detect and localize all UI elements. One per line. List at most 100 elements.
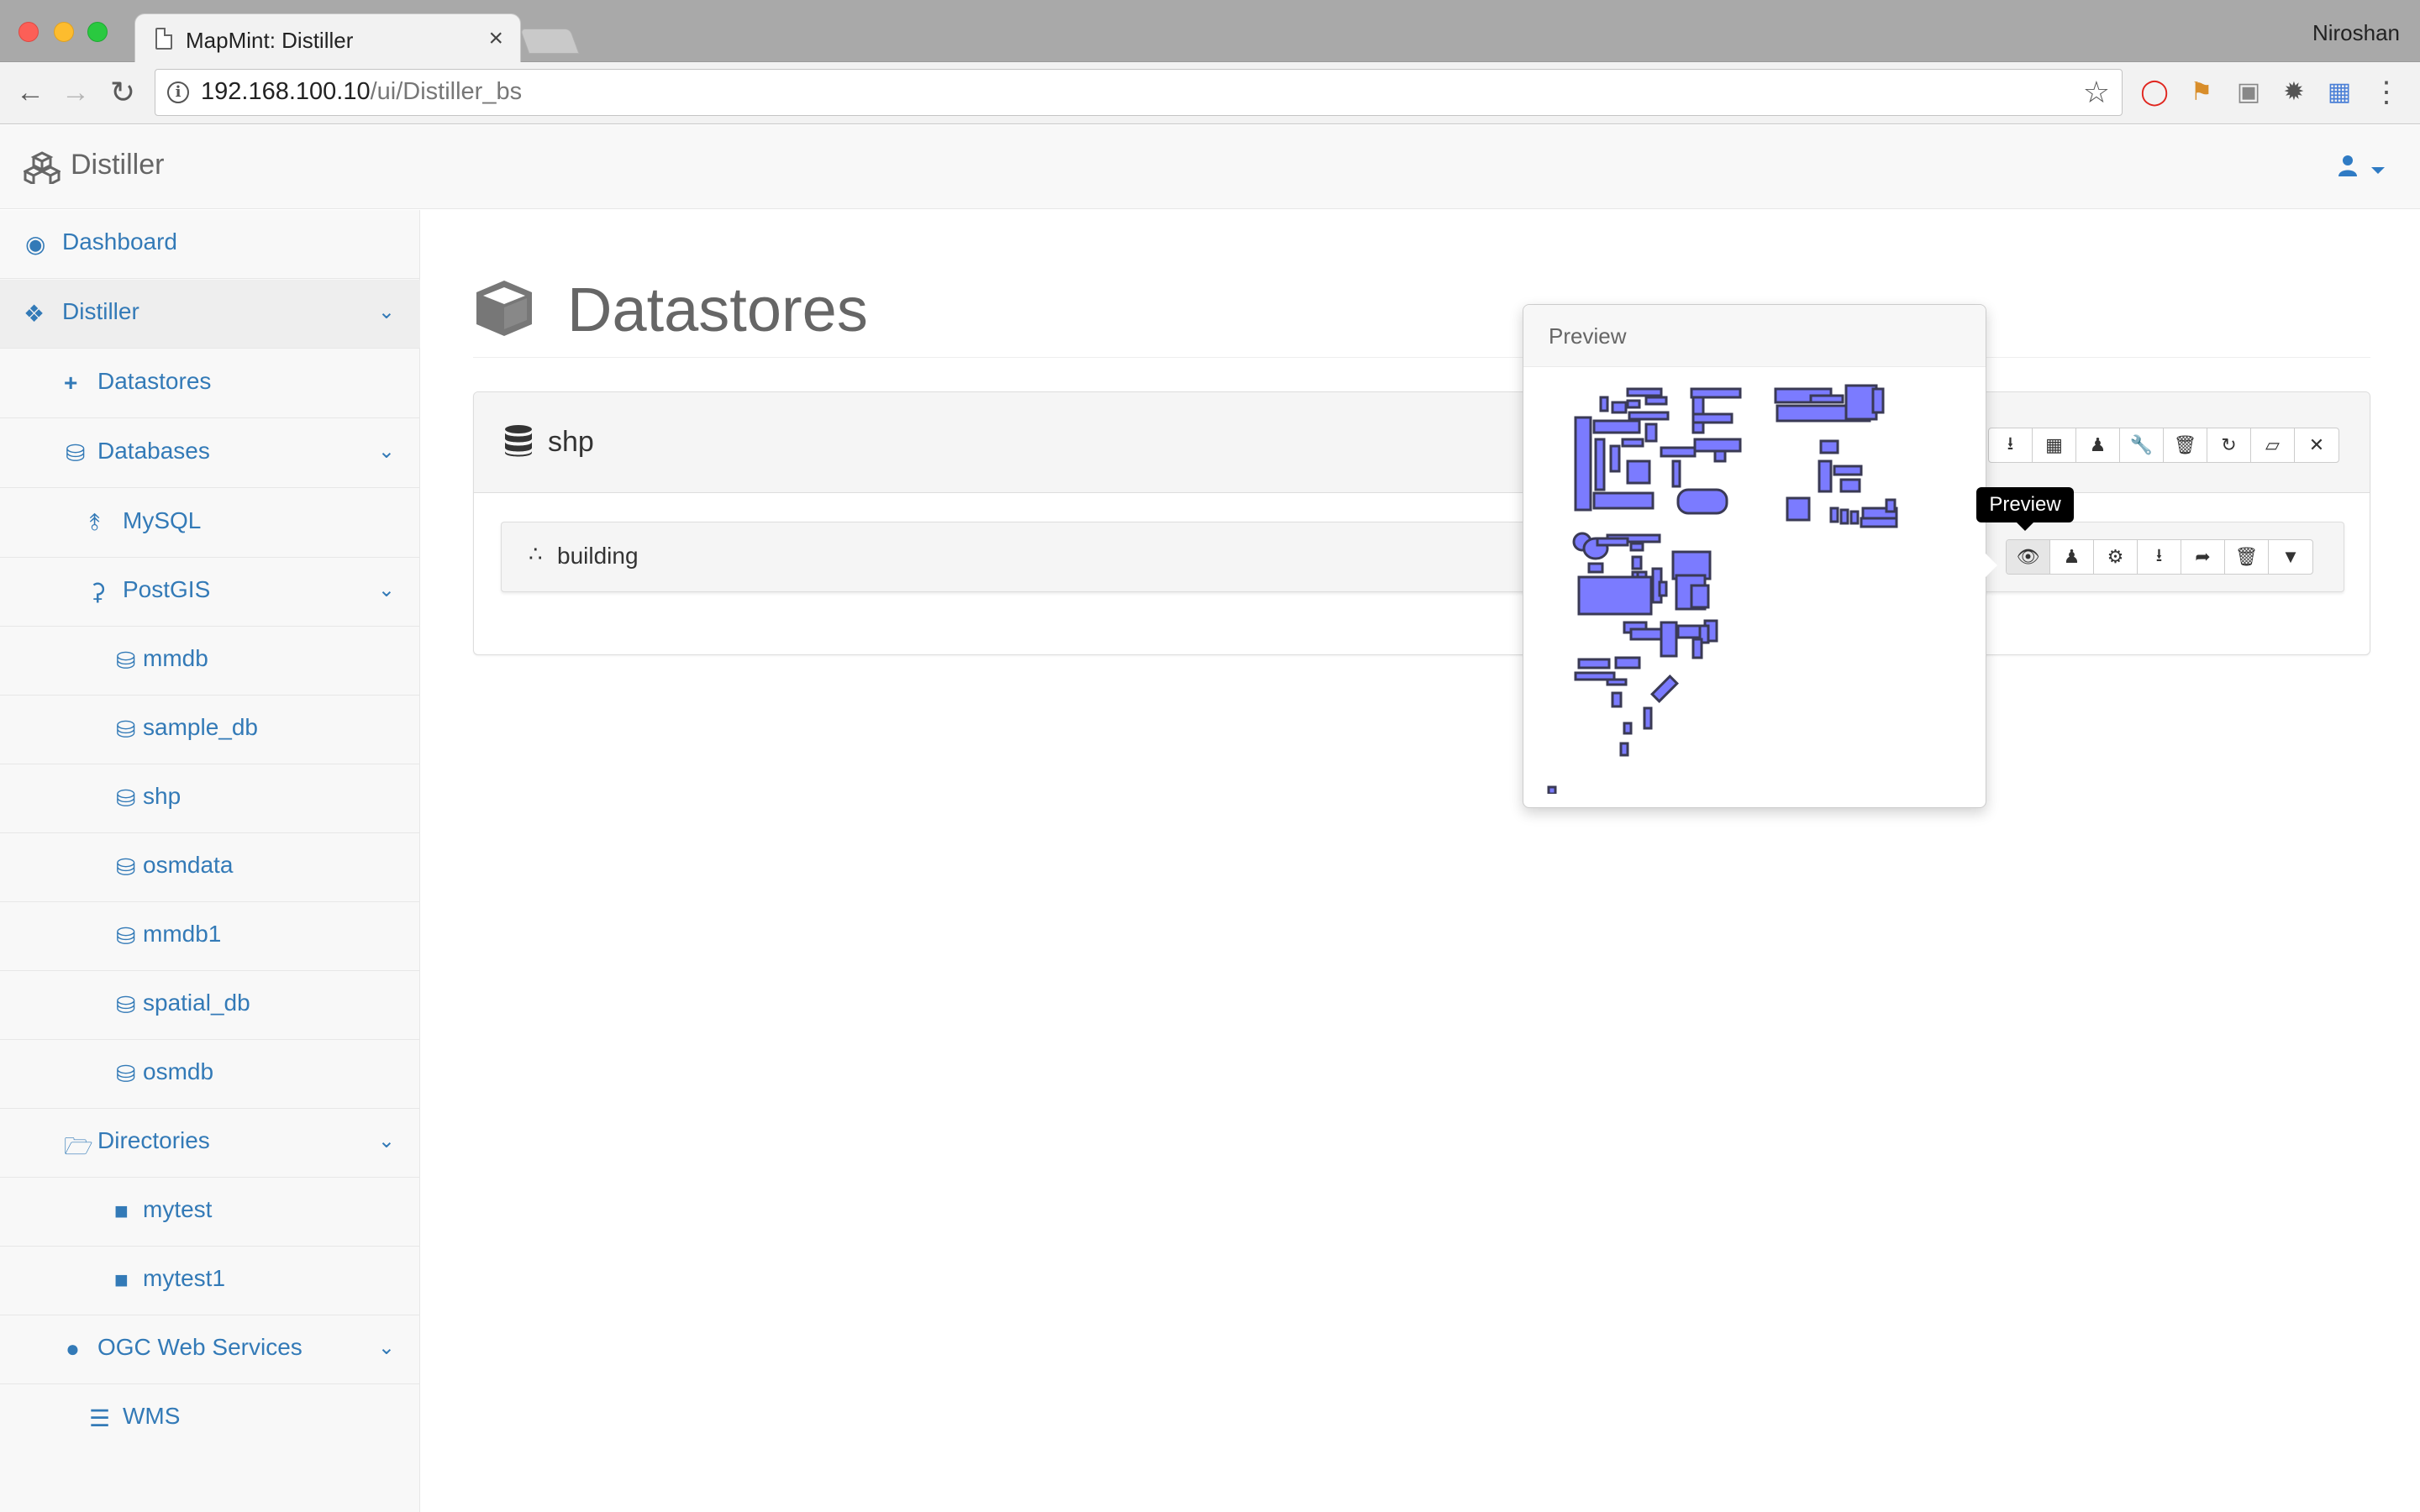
database-icon: ⛁ [116, 1061, 136, 1087]
url-text[interactable]: 192.168.100.10/ui/Distiller_bs [201, 78, 522, 106]
layer-toolbar: 👁 ♟ ⚙ ⭳ ➦ 🗑 ▼ [2006, 539, 2313, 575]
mysql-dolphin-icon: ⥉ [89, 509, 101, 535]
layer-row[interactable]: ∴ building 👁 ♟ ⚙ ⭳ ➦ 🗑 ▼ [501, 522, 2344, 592]
preview-tooltip: Preview [1976, 487, 2074, 531]
cubes-icon [22, 150, 62, 192]
database-icon: ⛁ [116, 717, 136, 743]
page-header: Datastores [473, 275, 2370, 358]
brand-title[interactable]: Distiller [71, 149, 164, 181]
sidebar-item-dashboard[interactable]: ◉ Dashboard [0, 210, 420, 279]
tab-title: MapMint: Distiller [186, 28, 354, 53]
user-menu-button[interactable] [2338, 152, 2386, 183]
profile-name[interactable]: Niroshan [2312, 20, 2400, 46]
chevron-down-icon[interactable]: ⌄ [378, 1336, 395, 1360]
sidebar-item-datastores[interactable]: + Datastores [0, 349, 420, 418]
tab-close-icon[interactable]: × [488, 24, 503, 53]
sidebar: ◉ Dashboard ❖ Distiller ⌄ + Datastores ⛁… [0, 210, 420, 1512]
chevron-down-icon[interactable]: ⌄ [378, 578, 395, 602]
sidebar-item-db[interactable]: ⛁ mmdb [0, 627, 420, 696]
main-content: Datastores shp ⭳ ▦ ♟ 🔧 🗑 ↻ ▱ ✕ ∴ buildin… [421, 210, 2420, 1512]
sidebar-label: mmdb1 [143, 921, 222, 947]
sidebar-item-db[interactable]: ⛁ sample_db [0, 696, 420, 764]
sidebar-item-db[interactable]: ⛁ spatial_db [0, 971, 420, 1040]
sidebar-item-wms[interactable]: ☰ WMS [0, 1384, 420, 1453]
database-icon [504, 424, 533, 462]
trash-icon[interactable]: 🗑 [2225, 540, 2269, 574]
bookmark-star-icon[interactable]: ☆ [2083, 75, 2110, 110]
database-icon: ⛁ [116, 854, 136, 880]
document-icon [155, 28, 172, 50]
sidebar-item-directories[interactable]: 🗁 Directories ⌄ [0, 1109, 420, 1178]
chevron-down-icon[interactable]: ⌄ [378, 439, 395, 464]
sidebar-item-db[interactable]: ⛁ osmdb [0, 1040, 420, 1109]
sidebar-item-db[interactable]: ⛁ osmdata [0, 833, 420, 902]
server-icon: ☰ [89, 1405, 111, 1431]
sidebar-item-db[interactable]: ⛁ mmdb1 [0, 902, 420, 971]
sidebar-item-ogc[interactable]: ● OGC Web Services ⌄ [0, 1315, 420, 1384]
users-icon[interactable]: ♟ [2076, 428, 2120, 462]
camera-icon[interactable]: ▣ [2232, 76, 2265, 109]
extension-icon[interactable]: ⚑ [2185, 76, 2218, 109]
info-icon[interactable]: i [167, 81, 189, 103]
app-header: Distiller [0, 125, 2420, 209]
chevron-down-icon[interactable]: ⌄ [378, 300, 395, 324]
cube-icon [473, 277, 535, 344]
download-icon[interactable]: ⭳ [2138, 540, 2181, 574]
bug-icon[interactable]: ✹ [2277, 76, 2311, 109]
export-icon[interactable]: ▱ [2251, 428, 2295, 462]
window-close-button[interactable] [18, 22, 39, 42]
sidebar-item-directory[interactable]: ■ mytest [0, 1178, 420, 1247]
sidebar-item-directory[interactable]: ■ mytest1 [0, 1247, 420, 1315]
sidebar-label: mmdb [143, 645, 208, 671]
forward-arrow-icon[interactable]: → [57, 74, 94, 111]
grid-icon[interactable]: ▦ [2033, 428, 2076, 462]
sidebar-label: mytest1 [143, 1265, 226, 1291]
sidebar-item-db[interactable]: ⛁ shp [0, 764, 420, 833]
sidebar-item-distiller[interactable]: ❖ Distiller ⌄ [0, 280, 420, 349]
close-icon[interactable]: ✕ [2295, 428, 2338, 462]
popover-arrow [1986, 554, 1997, 577]
address-bar[interactable]: i 192.168.100.10/ui/Distiller_bs ☆ [155, 69, 2123, 116]
gear-icon[interactable]: ⚙ [2094, 540, 2138, 574]
folder-open-icon: 🗁 [64, 1133, 93, 1159]
wrench-icon[interactable]: 🔧 [2120, 428, 2164, 462]
plus-icon: + [64, 370, 78, 396]
chevron-down-icon[interactable]: ⌄ [378, 1129, 395, 1153]
preview-popover: Preview [1523, 304, 1997, 808]
database-icon: ⛁ [116, 648, 136, 674]
back-arrow-icon[interactable]: ← [12, 74, 49, 111]
sidebar-label: shp [143, 783, 182, 809]
browser-titlebar: MapMint: Distiller × Niroshan [0, 0, 2420, 64]
trash-icon[interactable]: 🗑 [2164, 428, 2207, 462]
reload-icon[interactable]: ↻ [104, 74, 141, 111]
new-tab-button[interactable] [519, 29, 580, 54]
sidebar-label: MySQL [123, 507, 202, 533]
database-icon: ⛁ [66, 440, 86, 466]
sidebar-item-mysql[interactable]: ⥉ MySQL [0, 489, 420, 558]
browser-toolbar: ← → ↻ i 192.168.100.10/ui/Distiller_bs ☆… [0, 62, 2420, 124]
sidebar-label: OGC Web Services [97, 1334, 302, 1360]
popover-title: Preview [1549, 323, 1627, 349]
window-minimize-button[interactable] [54, 22, 74, 42]
dropdown-icon[interactable]: ▼ [2269, 540, 2312, 574]
upload-icon[interactable]: ⭳ [1989, 428, 2033, 462]
translate-icon[interactable]: ▦ [2323, 76, 2356, 109]
sidebar-label: WMS [123, 1403, 181, 1429]
eye-icon[interactable]: 👁 [2007, 540, 2050, 574]
share-icon[interactable]: ➦ [2181, 540, 2225, 574]
panel-title: shp [548, 426, 594, 458]
browser-tab[interactable]: MapMint: Distiller × [134, 13, 521, 64]
users-icon[interactable]: ♟ [2050, 540, 2094, 574]
sidebar-label: spatial_db [143, 990, 250, 1016]
window-maximize-button[interactable] [87, 22, 108, 42]
sidebar-item-postgis[interactable]: ⚳ PostGIS ⌄ [0, 558, 420, 627]
sidebar-label: PostGIS [123, 576, 211, 602]
folder-icon: ■ [114, 1267, 129, 1293]
datastore-panel: shp ⭳ ▦ ♟ 🔧 🗑 ↻ ▱ ✕ ∴ building 👁 ♟ ⚙ ⭳ ➦… [473, 391, 2370, 655]
refresh-icon[interactable]: ↻ [2207, 428, 2251, 462]
sidebar-label: Distiller [62, 298, 139, 324]
menu-dots-icon[interactable]: ⋮ [2370, 76, 2403, 109]
sidebar-item-databases[interactable]: ⛁ Databases ⌄ [0, 419, 420, 488]
opera-icon[interactable]: ◯ [2138, 76, 2171, 109]
points-icon: ∴ [529, 541, 543, 566]
